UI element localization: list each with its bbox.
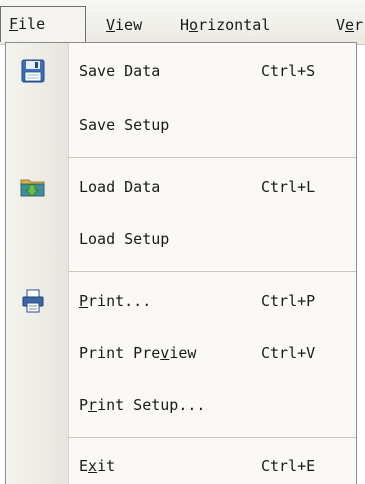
label-accel: v (160, 344, 170, 362)
menu-item-label: Print Setup... (79, 385, 205, 425)
label-pre: P (79, 396, 89, 414)
save-disk-icon (20, 58, 46, 84)
menu-view[interactable]: View (106, 10, 142, 40)
menu-item-label: Print Preview (79, 333, 196, 373)
menu-view-accel: V (106, 16, 116, 34)
label-pre: Print Pre (79, 344, 161, 362)
menu-separator (68, 437, 356, 438)
menu-vertical[interactable]: Ver (336, 10, 363, 40)
menu-file-accel: F (9, 15, 19, 33)
label-post: int Setup... (97, 396, 206, 414)
menu-item-shortcut: Ctrl+S (261, 62, 316, 80)
label-post: iew (169, 344, 197, 362)
menu-item-load-setup[interactable]: Load Setup (6, 219, 356, 259)
menu-item-save-setup[interactable]: Save Setup (6, 105, 356, 145)
label-post: rint... (88, 292, 152, 310)
menu-separator (68, 271, 356, 272)
menu-view-label-post: iew (115, 16, 143, 34)
menu-vertical-accel: e (345, 16, 355, 34)
menu-horizontal-accel: o (189, 16, 199, 34)
label-accel: x (88, 457, 98, 475)
label-accel: r (88, 396, 98, 414)
label-pre: E (79, 457, 89, 475)
menu-item-exit[interactable]: Exit Ctrl+E (6, 446, 356, 484)
label-post: it (97, 457, 116, 475)
menu-item-load-data[interactable]: Load Data Ctrl+L (6, 167, 356, 207)
label-accel: P (79, 292, 89, 310)
menu-vertical-label-post: r (354, 16, 364, 34)
menu-file-label-post: ile (18, 15, 46, 33)
menu-item-label: Save Data (79, 62, 161, 80)
menu-item-save-data[interactable]: Save Data Ctrl+S (6, 51, 356, 91)
menu-item-print-setup[interactable]: Print Setup... (6, 385, 356, 425)
menu-item-label: Load Data (79, 178, 161, 196)
menu-item-label: Load Setup (79, 230, 170, 248)
menu-item-shortcut: Ctrl+L (261, 178, 316, 196)
menu-item-print[interactable]: Print... Ctrl+P (6, 281, 356, 321)
file-dropdown-menu: Save Data Ctrl+S Save Setup Load Data Ct… (5, 42, 357, 484)
printer-icon (20, 288, 46, 314)
menu-separator (68, 157, 356, 158)
menu-horizontal-label-pre: H (180, 16, 190, 34)
menu-item-label: Save Setup (79, 116, 170, 134)
menu-horizontal[interactable]: Horizontal (180, 10, 270, 40)
menu-vertical-label-pre: V (336, 16, 346, 34)
menu-file[interactable]: File (0, 6, 86, 42)
menu-bar: File View Horizontal Ver (0, 0, 365, 45)
menu-item-label: Exit (79, 446, 115, 484)
menu-item-shortcut: Ctrl+E (261, 457, 316, 475)
menu-horizontal-label-post: rizontal (198, 16, 271, 34)
menu-item-label: Print... (79, 281, 151, 321)
load-folder-icon (20, 173, 46, 199)
menu-item-shortcut: Ctrl+P (261, 292, 316, 310)
menu-item-print-preview[interactable]: Print Preview Ctrl+V (6, 333, 356, 373)
menu-item-shortcut: Ctrl+V (261, 344, 316, 362)
